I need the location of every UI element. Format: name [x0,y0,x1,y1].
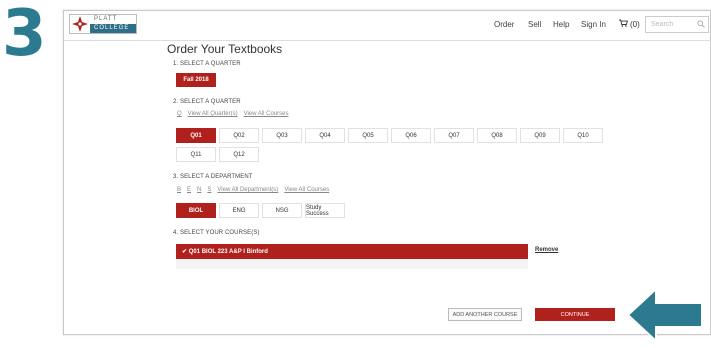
dept-biol[interactable]: BIOL [176,203,216,218]
option-q04[interactable]: Q04 [305,128,345,143]
course-detail-area [176,259,528,269]
quarter-fall-2018-button[interactable]: Fall 2018 [176,73,216,87]
link-view-all-courses[interactable]: View All Courses [244,111,289,117]
dept-nsg[interactable]: NSG [262,203,302,218]
cart-count: (0) [630,19,640,29]
option-q10[interactable]: Q10 [563,128,603,143]
logo-text-bottom: COLLEGE [90,24,136,33]
continue-button[interactable]: CONTINUE [535,308,615,321]
option-q02[interactable]: Q02 [219,128,259,143]
option-q08[interactable]: Q08 [477,128,517,143]
option-q11[interactable]: Q11 [176,147,216,162]
link-q[interactable]: Q [177,111,182,117]
search-icon [697,20,705,30]
option-q07[interactable]: Q07 [434,128,474,143]
link-b[interactable]: B [177,187,181,193]
pointer-arrow-icon [626,286,704,348]
section3-links: B E N S View All Department(s) View All … [177,187,329,193]
nav-help[interactable]: Help [553,20,569,29]
remove-course-link[interactable]: Remove [535,247,558,253]
dept-study-success[interactable]: Study Success [305,203,345,218]
nav-order[interactable]: Order [494,20,514,29]
option-q09[interactable]: Q09 [520,128,560,143]
option-q03[interactable]: Q03 [262,128,302,143]
option-q06[interactable]: Q06 [391,128,431,143]
link-s[interactable]: S [207,187,211,193]
section1-label: 1. SELECT A QUARTER [173,61,241,67]
site-header: PLATT COLLEGE Order Sell Help Sign In (0… [64,11,711,41]
star-logo-icon [70,15,90,33]
add-another-course-button[interactable]: ADD ANOTHER COURSE [448,308,522,321]
option-q12[interactable]: Q12 [219,147,259,162]
option-q01[interactable]: Q01 [176,128,216,143]
section2-label: 2. SELECT A QUARTER [173,99,241,105]
section3-label: 3. SELECT A DEPARTMENT [173,174,253,180]
logo-text-top: PLATT [90,15,136,24]
cart-button[interactable]: (0) [619,19,640,29]
page-title: Order Your Textbooks [167,42,283,56]
search-input[interactable]: Search [645,16,709,33]
link-n[interactable]: N [197,187,201,193]
platt-college-logo[interactable]: PLATT COLLEGE [69,14,137,34]
nav-sign-in[interactable]: Sign In [581,20,606,29]
cart-icon [619,19,629,29]
link-view-all-quarters[interactable]: View All Quarter(s) [188,111,238,117]
section2-links: Q View All Quarter(s) View All Courses [177,111,289,117]
section4-label: 4. SELECT YOUR COURSE(S) [173,230,260,236]
browser-frame: PLATT COLLEGE Order Sell Help Sign In (0… [63,10,711,335]
step-number: 3 [2,0,47,71]
selected-course[interactable]: ✔ Q01 BIOL 223 A&P I Binford [176,244,528,259]
link-view-all-departments[interactable]: View All Department(s) [217,187,278,193]
link-e[interactable]: E [187,187,191,193]
option-q05[interactable]: Q05 [348,128,388,143]
link-view-all-courses-dept[interactable]: View All Courses [284,187,329,193]
nav-sell[interactable]: Sell [528,20,541,29]
dept-eng[interactable]: ENG [219,203,259,218]
